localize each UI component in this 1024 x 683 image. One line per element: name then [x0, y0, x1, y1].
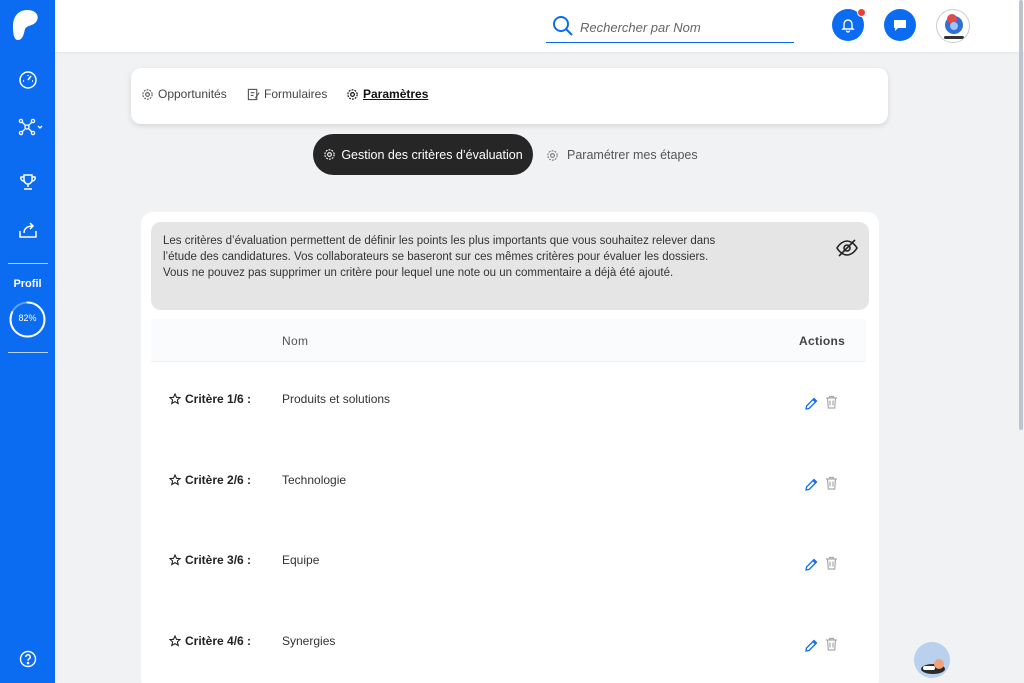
edit-form-icon	[247, 88, 260, 100]
subtab-criteres[interactable]: Gestion des critères d’évaluation	[313, 134, 533, 175]
criterion-number: Critère 3/6 :	[185, 553, 252, 567]
dashboard-icon[interactable]	[14, 66, 42, 94]
edit-icon[interactable]	[803, 638, 819, 654]
trophy-icon[interactable]	[14, 168, 42, 196]
tab-label: Opportunités	[158, 87, 227, 101]
star-icon	[169, 554, 181, 566]
bell-icon	[841, 19, 855, 33]
gear-icon	[547, 149, 558, 161]
criterion-number: Critère 1/6 :	[185, 392, 252, 406]
support-agent-icon	[921, 659, 945, 674]
edit-icon[interactable]	[803, 477, 819, 493]
trash-icon[interactable]	[824, 555, 839, 571]
table-row: Critère 4/6 : Synergies	[151, 604, 866, 683]
table-row: Critère 3/6 : Equipe	[151, 523, 866, 604]
subtab-etapes[interactable]: Paramétrer mes étapes	[546, 146, 698, 164]
user-avatar-icon	[944, 14, 964, 39]
sidebar-divider	[8, 263, 48, 264]
messages-button[interactable]	[884, 9, 916, 41]
criterion-label: Critère 1/6 :	[169, 392, 251, 406]
edit-icon[interactable]	[803, 557, 819, 573]
edit-icon[interactable]	[803, 396, 819, 412]
sidebar: Profil 82%	[0, 0, 55, 683]
criteria-card: Les critères d’évaluation permettent de …	[141, 212, 879, 683]
criterion-name: Produits et solutions	[282, 392, 391, 406]
criterion-label: Critère 3/6 :	[169, 553, 251, 567]
page-scrollbar[interactable]	[1019, 0, 1023, 430]
eye-off-icon[interactable]	[835, 236, 859, 260]
trash-icon[interactable]	[824, 394, 839, 410]
tab-formulaires[interactable]: Formulaires	[247, 85, 327, 103]
support-chat-button[interactable]	[914, 642, 950, 678]
info-text: Les critères d’évaluation permettent de …	[163, 235, 716, 279]
column-header-actions: Actions	[799, 334, 846, 348]
profile-percent: 82%	[18, 313, 37, 323]
chat-icon	[894, 20, 906, 31]
profile-label: Profil	[13, 278, 42, 290]
share-upload-icon[interactable]	[14, 216, 42, 244]
network-icon[interactable]	[17, 113, 45, 141]
criterion-name: Equipe	[282, 553, 320, 567]
gear-icon	[347, 88, 358, 100]
criterion-name: Synergies	[282, 633, 336, 648]
subtab-label: Gestion des critères d’évaluation	[341, 147, 523, 162]
criterion-number: Critère 2/6 :	[185, 472, 252, 487]
tab-label: Formulaires	[264, 87, 328, 101]
criterion-label: Critère 4/6 :	[169, 634, 251, 648]
star-icon	[169, 634, 181, 647]
app-logo[interactable]	[12, 8, 42, 42]
avatar[interactable]	[936, 9, 970, 43]
tab-opportunites[interactable]: Opportunités	[141, 85, 227, 103]
info-banner: Les critères d’évaluation permettent de …	[151, 222, 869, 310]
top-bar	[55, 0, 1024, 430]
subtab-label: Paramétrer mes étapes	[567, 148, 698, 162]
help-circle-icon[interactable]	[14, 645, 42, 673]
trash-icon[interactable]	[824, 475, 839, 491]
criterion-number: Critère 4/6 :	[185, 633, 252, 648]
criterion-name: Technologie	[282, 472, 347, 487]
gear-icon	[142, 88, 153, 100]
criterion-label: Critère 2/6 :	[169, 473, 251, 487]
notification-badge	[857, 8, 866, 17]
sidebar-divider	[8, 352, 48, 353]
search-input[interactable]	[580, 16, 780, 38]
table-header: Nom Actions	[151, 319, 866, 362]
settings-tabs: Opportunités Formulaires Paramètres	[131, 68, 888, 124]
search-bar	[546, 12, 794, 43]
tab-parametres[interactable]: Paramètres	[346, 85, 428, 103]
search-icon[interactable]	[552, 15, 574, 37]
star-icon	[169, 473, 181, 486]
gear-icon	[324, 149, 336, 160]
table-row: Critère 2/6 : Technologie	[151, 443, 866, 524]
tab-label: Paramètres	[363, 87, 429, 101]
star-icon	[169, 393, 181, 405]
criteria-table: Nom Actions Critère 1/6 : Produits et so…	[151, 319, 866, 683]
trash-icon[interactable]	[824, 636, 839, 652]
table-row: Critère 1/6 : Produits et solutions	[151, 362, 866, 443]
notifications-button[interactable]	[832, 8, 866, 41]
column-header-nom: Nom	[282, 334, 309, 348]
